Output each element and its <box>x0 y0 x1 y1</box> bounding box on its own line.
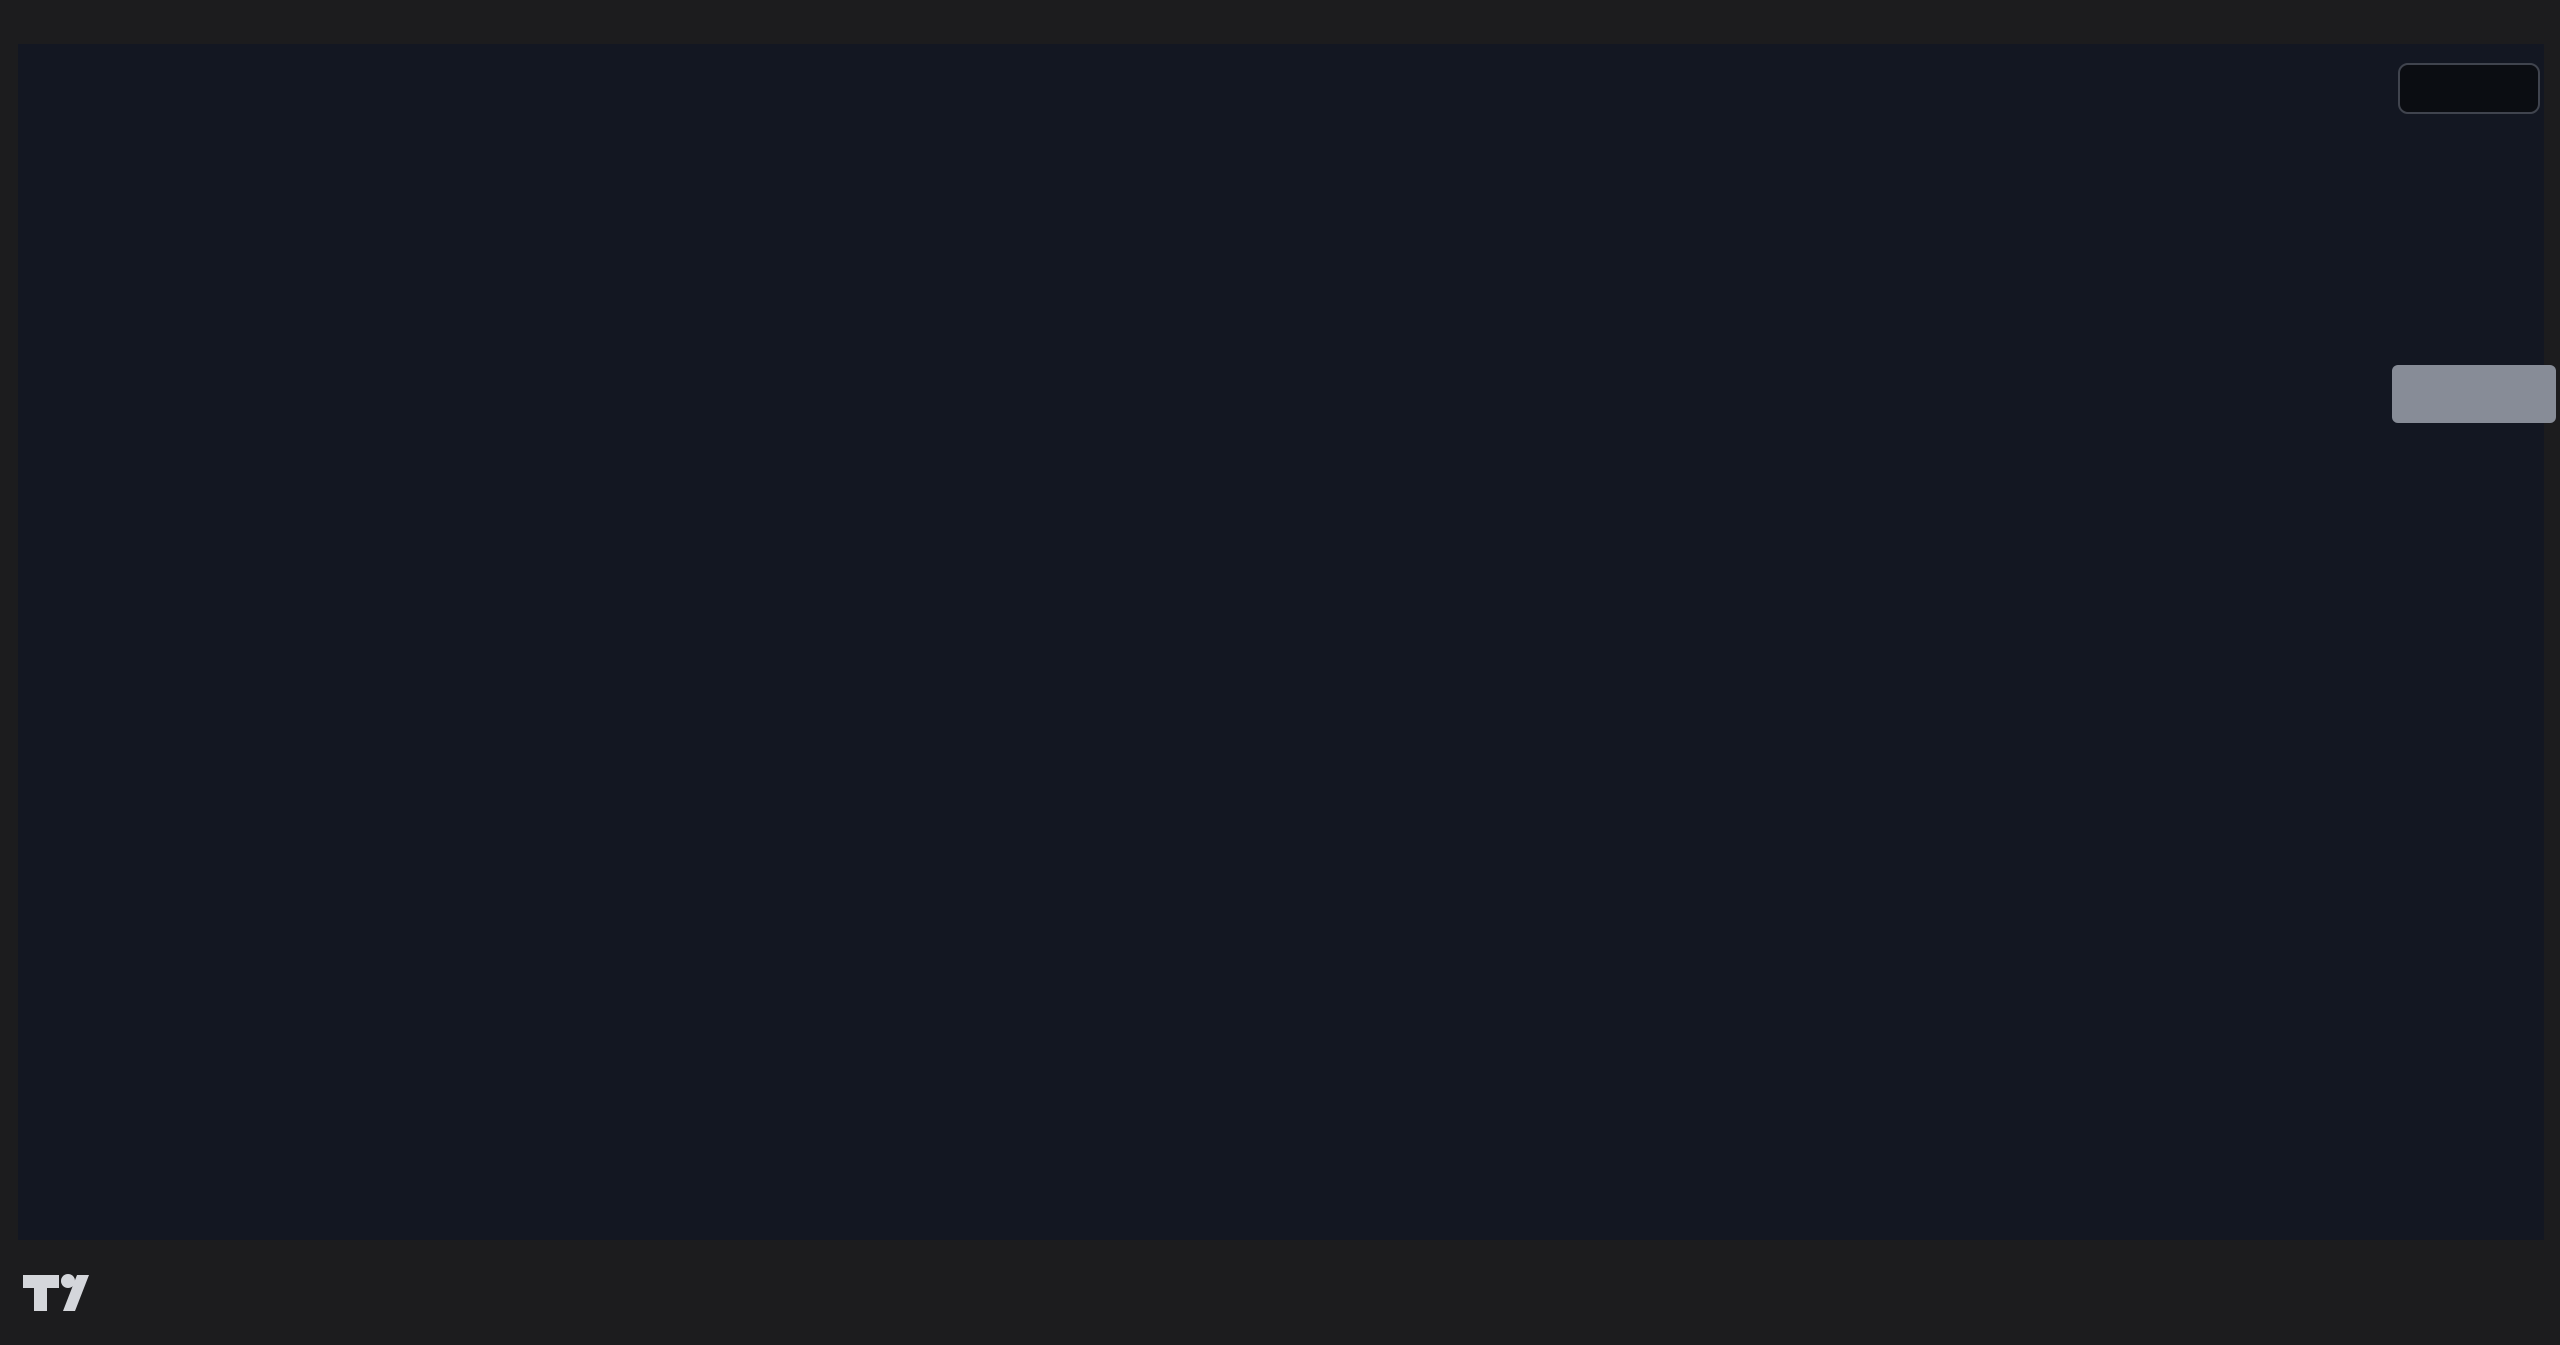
tradingview-logo-icon <box>22 1267 90 1313</box>
quote-currency-badge[interactable] <box>2398 63 2540 114</box>
tradingview-logo[interactable] <box>22 1262 106 1318</box>
last-price-tag[interactable] <box>2392 365 2556 423</box>
chart-plot[interactable] <box>0 0 2560 1345</box>
